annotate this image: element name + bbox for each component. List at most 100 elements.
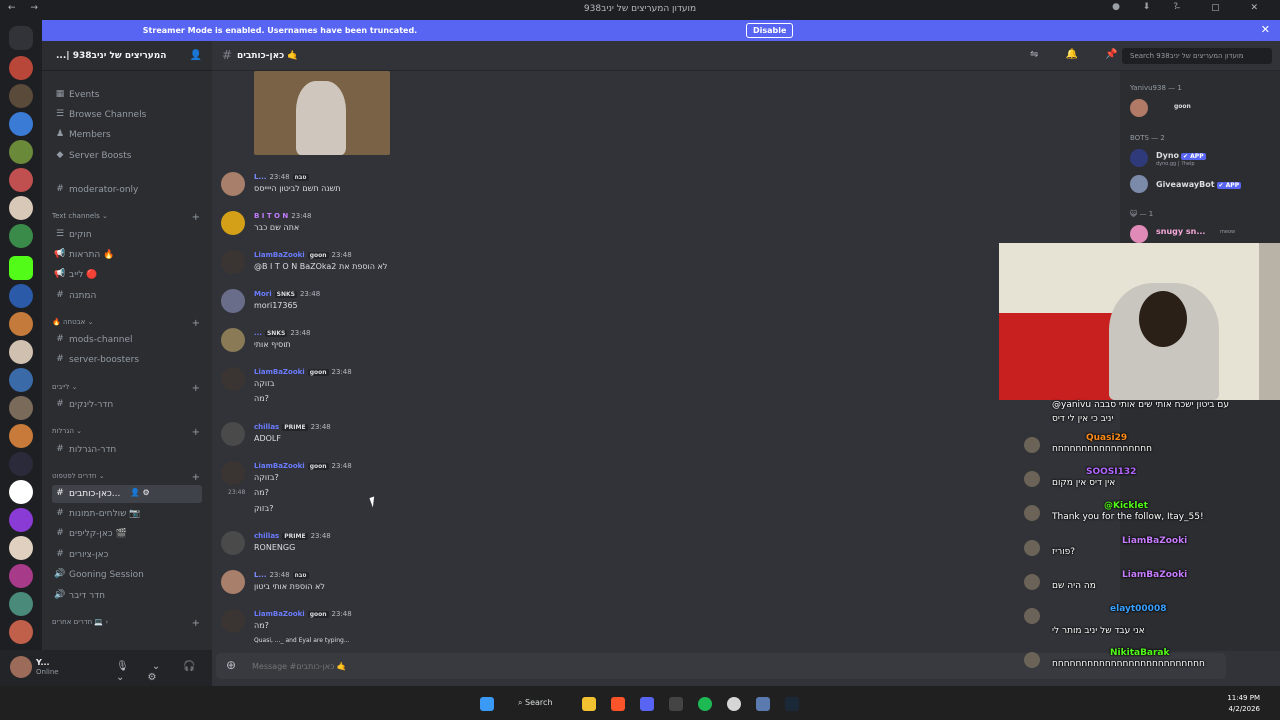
- attach-plus-icon[interactable]: ⊕: [226, 658, 236, 672]
- avatar[interactable]: [221, 531, 245, 555]
- category-lives[interactable]: לייבים ⌄ +: [52, 383, 202, 397]
- add-member-icon[interactable]: 👤: [190, 50, 202, 61]
- server-icon[interactable]: [9, 508, 33, 532]
- search-input[interactable]: Search מועדון המעריצים של יניב938: [1122, 48, 1272, 64]
- add-channel-icon[interactable]: +: [192, 472, 200, 483]
- message-author[interactable]: chillas PRIME 23:48: [254, 532, 331, 540]
- channel-item[interactable]: 📢 התראות 🔥: [52, 246, 202, 264]
- category-giveaways[interactable]: הגרלות ⌄ +: [52, 427, 202, 441]
- add-channel-icon[interactable]: +: [192, 383, 200, 394]
- server-icon[interactable]: [9, 424, 33, 448]
- message-author[interactable]: LiamBaZooki goon 23:48: [254, 368, 352, 376]
- voice-controls[interactable]: 🎙 ⌄ 🎧 ⌄ ⚙: [116, 661, 212, 683]
- channel-item-active[interactable]: # כאן-כותבים... 👤 ⚙: [52, 485, 202, 503]
- avatar[interactable]: [221, 289, 245, 313]
- add-channel-icon[interactable]: +: [192, 212, 200, 223]
- close-icon[interactable]: ✕: [1261, 23, 1270, 36]
- channel-item[interactable]: # mods-channel: [52, 331, 202, 349]
- server-icon[interactable]: [9, 140, 33, 164]
- server-icon[interactable]: [9, 452, 33, 476]
- spotify-icon[interactable]: [698, 697, 712, 711]
- member-item[interactable]: snugy sn... meow: [1130, 225, 1280, 245]
- add-channel-icon[interactable]: +: [192, 618, 200, 629]
- file-explorer-icon[interactable]: [582, 697, 596, 711]
- message-author[interactable]: LiamBaZooki goon 23:48: [254, 251, 352, 259]
- message-author[interactable]: L... טבח23:48: [254, 173, 309, 181]
- server-icon[interactable]: [9, 536, 33, 560]
- server-icon[interactable]: [9, 224, 33, 248]
- avatar[interactable]: [221, 422, 245, 446]
- server-name[interactable]: ...| המעריצים של יניב938: [56, 51, 166, 61]
- server-icon[interactable]: [9, 168, 33, 192]
- sidebar-item-browse-channels[interactable]: ☰ Browse Channels: [52, 106, 202, 124]
- message-author[interactable]: B I T O N 23:48: [254, 212, 311, 220]
- avatar[interactable]: [221, 461, 245, 485]
- channel-item[interactable]: # כאן-ציורים: [52, 546, 202, 564]
- sidebar-item-members[interactable]: ♟ Members: [52, 126, 202, 144]
- voice-channel-item[interactable]: 🔊 חדר דיבר: [52, 587, 202, 605]
- start-icon[interactable]: [480, 697, 494, 711]
- server-icon[interactable]: [9, 112, 33, 136]
- category-chat-rooms[interactable]: חדרים לפטפוט ⌄ +: [52, 472, 202, 486]
- app-icon[interactable]: [669, 697, 683, 711]
- avatar[interactable]: [221, 211, 245, 235]
- channel-item[interactable]: # שולחים-תמונות 📷: [52, 505, 202, 523]
- channel-item[interactable]: # המתנה: [52, 287, 202, 305]
- server-icon[interactable]: [9, 56, 33, 80]
- discord-icon[interactable]: [640, 697, 654, 711]
- server-icon[interactable]: [9, 256, 33, 280]
- server-icon[interactable]: [9, 620, 33, 644]
- voice-channel-item[interactable]: 🔊 Gooning Session: [52, 566, 202, 584]
- server-icon[interactable]: [9, 396, 33, 420]
- category-security[interactable]: 🔥 אבטחה ⌄ +: [52, 318, 202, 332]
- disable-button[interactable]: Disable: [746, 23, 794, 38]
- server-header[interactable]: ...| המעריצים של יניב938 👤: [42, 41, 212, 71]
- sidebar-item-events[interactable]: ▦ Events: [52, 86, 202, 104]
- avatar[interactable]: [221, 570, 245, 594]
- message-input[interactable]: [252, 657, 852, 675]
- server-icon[interactable]: [9, 284, 33, 308]
- clock[interactable]: 11:49 PM 4/2/2026: [1227, 693, 1260, 715]
- chrome-icon[interactable]: [727, 697, 741, 711]
- category-text-channels[interactable]: Text channels ⌄ +: [52, 212, 202, 226]
- channel-item[interactable]: # כאן-קליפים 🎬: [52, 525, 202, 543]
- add-channel-icon[interactable]: +: [192, 318, 200, 329]
- server-icon[interactable]: [9, 312, 33, 336]
- server-icon[interactable]: [9, 340, 33, 364]
- home-icon[interactable]: [9, 26, 33, 50]
- server-icon[interactable]: [9, 368, 33, 392]
- channel-item[interactable]: # חדר-הגרלות: [52, 441, 202, 459]
- server-icon[interactable]: [9, 480, 33, 504]
- member-item[interactable]: Dyno ✔ APP dyno.gg | ?help: [1130, 149, 1280, 169]
- message-author[interactable]: LiamBaZooki goon 23:48: [254, 610, 352, 618]
- server-icon[interactable]: [9, 84, 33, 108]
- message-author[interactable]: L... טבח23:48: [254, 571, 309, 579]
- avatar[interactable]: [221, 250, 245, 274]
- message-author[interactable]: Mori SNKS 23:48: [254, 290, 320, 298]
- window-controls[interactable]: – ▢ ✕: [1176, 3, 1272, 13]
- app-icon[interactable]: [756, 697, 770, 711]
- avatar[interactable]: [221, 172, 245, 196]
- message-author[interactable]: ... SNKS 23:48: [254, 329, 311, 337]
- channel-item[interactable]: ☰ חוקים: [52, 226, 202, 244]
- channel-item[interactable]: # server-boosters: [52, 351, 202, 369]
- channel-item[interactable]: # חדר-לינקים: [52, 396, 202, 414]
- sidebar-item-server-boosts[interactable]: ◆ Server Boosts: [52, 147, 202, 165]
- taskbar-search[interactable]: ⌕ Search: [518, 698, 553, 708]
- add-channel-icon[interactable]: +: [192, 427, 200, 438]
- message-author[interactable]: LiamBaZooki goon 23:48: [254, 462, 352, 470]
- server-icon[interactable]: [9, 196, 33, 220]
- brave-icon[interactable]: [611, 697, 625, 711]
- channel-settings-icons[interactable]: 👤 ⚙: [130, 488, 150, 497]
- image-attachment[interactable]: [254, 71, 390, 155]
- avatar[interactable]: [221, 328, 245, 352]
- category-other-rooms[interactable]: חדרים אחרים 💻 › +: [52, 618, 202, 632]
- member-item[interactable]: GiveawayBot ✔ APP: [1130, 175, 1280, 195]
- message-author[interactable]: chillas PRIME 23:48: [254, 423, 331, 431]
- server-icon[interactable]: [9, 564, 33, 588]
- channel-item[interactable]: 📢 לייב 🔴: [52, 266, 202, 284]
- steam-icon[interactable]: [785, 697, 799, 711]
- avatar[interactable]: [221, 367, 245, 391]
- sidebar-item-moderator-only[interactable]: # moderator-only: [52, 181, 202, 199]
- avatar[interactable]: [10, 656, 32, 678]
